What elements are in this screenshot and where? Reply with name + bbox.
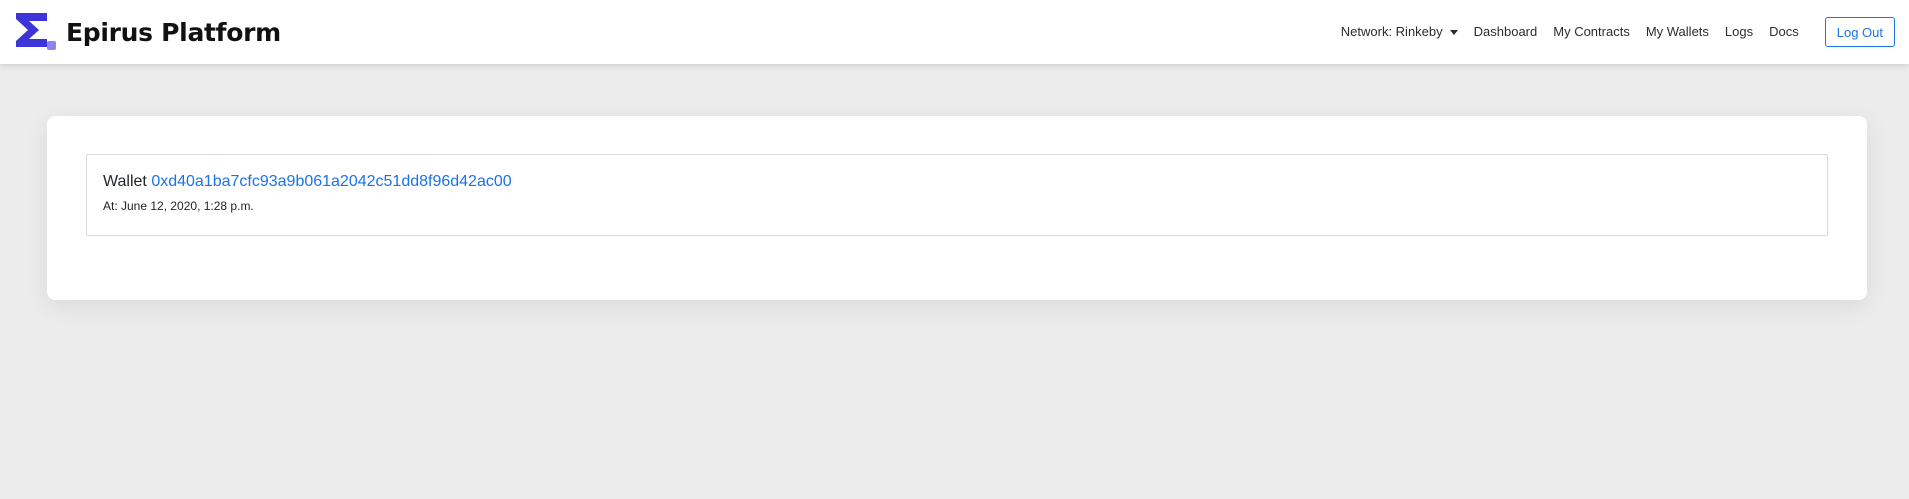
- wallet-prefix: Wallet: [103, 173, 147, 190]
- epirus-logo-icon: [16, 13, 56, 50]
- wallet-address-link[interactable]: 0xd40a1ba7cfc93a9b061a2042c51dd8f96d42ac…: [151, 173, 511, 190]
- app-name: Epirus Platform: [66, 17, 281, 47]
- main-nav: Network: Rinkeby Dashboard My Contracts …: [1333, 0, 1895, 64]
- nav-item-my-contracts[interactable]: My Contracts: [1545, 17, 1638, 47]
- nav-item-docs[interactable]: Docs: [1761, 17, 1807, 47]
- wallet-panel: Wallet 0xd40a1ba7cfc93a9b061a2042c51dd8f…: [86, 154, 1828, 236]
- nav-item-logs[interactable]: Logs: [1717, 17, 1761, 47]
- nav-item-dashboard[interactable]: Dashboard: [1466, 17, 1546, 47]
- nav-item-my-wallets[interactable]: My Wallets: [1638, 17, 1717, 47]
- network-label: Network: Rinkeby: [1340, 24, 1443, 39]
- logout-button[interactable]: Log Out: [1824, 17, 1895, 47]
- top-navbar: Epirus Platform Network: Rinkeby Dashboa…: [0, 0, 1909, 64]
- network-dropdown[interactable]: Network: Rinkeby: [1333, 17, 1466, 47]
- caret-down-icon: [1449, 29, 1458, 35]
- wallet-heading: Wallet 0xd40a1ba7cfc93a9b061a2042c51dd8f…: [103, 171, 1811, 193]
- content-card: Wallet 0xd40a1ba7cfc93a9b061a2042c51dd8f…: [47, 116, 1867, 300]
- brand-link[interactable]: Epirus Platform: [14, 11, 281, 53]
- wallet-date: At: June 12, 2020, 1:28 p.m.: [103, 199, 254, 213]
